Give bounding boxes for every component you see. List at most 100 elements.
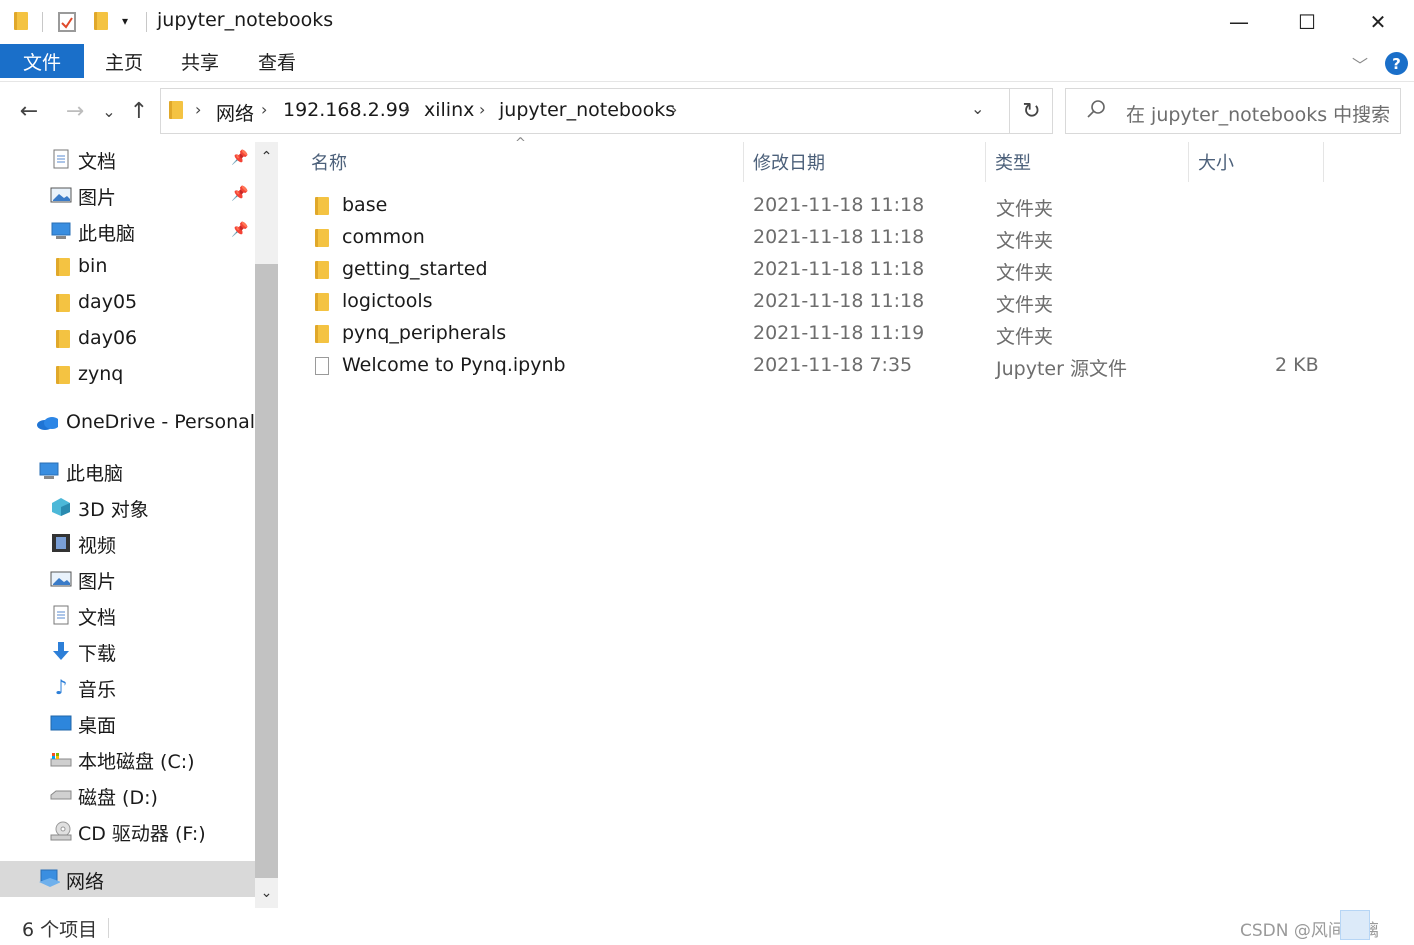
sidebar-item-day06[interactable]: day06 bbox=[0, 322, 255, 356]
folder-icon bbox=[315, 325, 329, 343]
file-date: 2021-11-18 11:18 bbox=[753, 226, 925, 248]
close-button[interactable]: ✕ bbox=[1343, 0, 1413, 44]
navigation-bar: ← → ⌄ ↑ › 网络 › 192.168.2.99 › xilinx › j… bbox=[0, 82, 1414, 142]
column-header-date[interactable]: 修改日期 bbox=[753, 142, 983, 182]
column-divider[interactable] bbox=[985, 142, 986, 182]
expand-ribbon-icon[interactable]: ﹀ bbox=[1352, 52, 1368, 76]
address-dropdown-icon[interactable]: ⌄ bbox=[971, 99, 984, 118]
onedrive-icon bbox=[36, 413, 58, 433]
file-date: 2021-11-18 11:18 bbox=[753, 290, 925, 312]
file-icon bbox=[315, 357, 329, 375]
tab-share[interactable]: 共享 bbox=[172, 44, 228, 78]
sidebar-item-bin[interactable]: bin bbox=[0, 250, 255, 284]
sidebar-item-videos[interactable]: 视频 bbox=[0, 526, 255, 560]
documents-icon bbox=[50, 149, 72, 169]
table-row[interactable]: common 2021-11-18 11:18 文件夹 bbox=[285, 222, 1325, 254]
tab-file[interactable]: 文件 bbox=[0, 44, 84, 78]
sidebar-item-downloads[interactable]: 下载 bbox=[0, 634, 255, 668]
column-divider[interactable] bbox=[743, 142, 744, 182]
sidebar-item-label: day05 bbox=[78, 291, 138, 313]
file-name: common bbox=[342, 226, 425, 248]
sidebar-item-pictures[interactable]: 图片 bbox=[0, 562, 255, 596]
sidebar-item-day05[interactable]: day05 bbox=[0, 286, 255, 320]
this-pc-icon bbox=[38, 461, 60, 481]
back-button[interactable]: ← bbox=[14, 96, 44, 126]
details-view-button[interactable] bbox=[1340, 910, 1370, 940]
sidebar-item-music[interactable]: ♪ 音乐 bbox=[0, 670, 255, 704]
title-divider bbox=[42, 12, 43, 32]
sidebar-item-zynq[interactable]: zynq bbox=[0, 358, 255, 392]
sidebar-scrollbar[interactable]: ⌃ ⌄ bbox=[255, 142, 278, 908]
sidebar-item-label: 磁盘 (D:) bbox=[78, 787, 158, 809]
refresh-button[interactable]: ↻ bbox=[1009, 89, 1053, 133]
sidebar-item-documents-quick[interactable]: 文档 📌 bbox=[0, 142, 255, 176]
forward-button[interactable]: → bbox=[60, 96, 90, 126]
breadcrumb-host[interactable]: 192.168.2.99 bbox=[283, 99, 410, 121]
file-type: 文件夹 bbox=[996, 326, 1054, 348]
status-divider bbox=[108, 918, 109, 938]
breadcrumb-chevron[interactable]: › bbox=[671, 100, 677, 119]
table-row[interactable]: Welcome to Pynq.ipynb 2021-11-18 7:35 Ju… bbox=[285, 350, 1325, 382]
customize-toolbar-icon[interactable]: ▾ bbox=[122, 14, 140, 34]
help-icon[interactable]: ? bbox=[1385, 52, 1408, 75]
breadcrumb-chevron[interactable]: › bbox=[195, 100, 201, 119]
folder-icon bbox=[315, 229, 329, 247]
breadcrumb-chevron[interactable]: › bbox=[479, 100, 485, 119]
search-icon bbox=[1086, 99, 1106, 124]
sidebar-item-desktop[interactable]: 桌面 bbox=[0, 706, 255, 740]
pin-icon: 📌 bbox=[231, 222, 249, 238]
disk-icon bbox=[50, 785, 72, 805]
videos-icon bbox=[50, 533, 72, 553]
tab-home[interactable]: 主页 bbox=[96, 44, 152, 78]
sidebar-item-documents[interactable]: 文档 bbox=[0, 598, 255, 632]
table-row[interactable]: logictools 2021-11-18 11:18 文件夹 bbox=[285, 286, 1325, 318]
breadcrumb-chevron[interactable]: › bbox=[404, 100, 410, 119]
up-button[interactable]: ↑ bbox=[124, 96, 154, 126]
column-divider[interactable] bbox=[1323, 142, 1324, 182]
window-title: jupyter_notebooks bbox=[157, 9, 334, 31]
search-box[interactable]: 在 jupyter_notebooks 中搜索 bbox=[1065, 88, 1401, 134]
breadcrumb-jupyter-notebooks[interactable]: jupyter_notebooks bbox=[499, 99, 675, 121]
breadcrumb-chevron[interactable]: › bbox=[261, 100, 267, 119]
file-name: getting_started bbox=[342, 258, 488, 280]
properties-icon[interactable] bbox=[58, 12, 76, 32]
sidebar-item-local-disk-c[interactable]: 本地磁盘 (C:) bbox=[0, 742, 255, 776]
sidebar-item-network[interactable]: 网络 bbox=[0, 861, 255, 897]
column-header-type[interactable]: 类型 bbox=[995, 142, 1185, 182]
folder-icon bbox=[52, 365, 74, 385]
table-row[interactable]: getting_started 2021-11-18 11:18 文件夹 bbox=[285, 254, 1325, 286]
scroll-down-button[interactable]: ⌄ bbox=[255, 878, 278, 908]
new-folder-icon[interactable] bbox=[94, 12, 112, 32]
sidebar-item-label: 音乐 bbox=[78, 679, 117, 701]
tab-view[interactable]: 查看 bbox=[249, 44, 305, 78]
breadcrumb-xilinx[interactable]: xilinx bbox=[424, 99, 474, 121]
sidebar-item-cd-drive-f[interactable]: CD 驱动器 (F:) bbox=[0, 814, 255, 848]
pin-icon: 📌 bbox=[231, 186, 249, 202]
sidebar-item-3d-objects[interactable]: 3D 对象 bbox=[0, 490, 255, 524]
maximize-button[interactable]: ☐ bbox=[1272, 0, 1342, 44]
column-header-size[interactable]: 大小 bbox=[1198, 142, 1318, 182]
scroll-up-button[interactable]: ⌃ bbox=[255, 142, 278, 172]
sidebar-item-this-pc-quick[interactable]: 此电脑 📌 bbox=[0, 214, 255, 248]
item-count: 6 个项目 bbox=[22, 919, 98, 941]
scroll-thumb[interactable] bbox=[255, 264, 278, 878]
minimize-button[interactable]: — bbox=[1204, 0, 1274, 44]
table-row[interactable]: base 2021-11-18 11:18 文件夹 bbox=[285, 190, 1325, 222]
recent-locations-button[interactable]: ⌄ bbox=[94, 96, 124, 126]
sidebar-item-onedrive[interactable]: OneDrive - Personal bbox=[0, 406, 255, 440]
search-input[interactable]: 在 jupyter_notebooks 中搜索 bbox=[1126, 100, 1390, 127]
column-divider[interactable] bbox=[1188, 142, 1189, 182]
ribbon-tabs: 文件 主页 共享 查看 ﹀ ? bbox=[0, 44, 1414, 82]
sidebar-item-this-pc[interactable]: 此电脑 bbox=[0, 454, 255, 488]
file-name: pynq_peripherals bbox=[342, 322, 507, 344]
sidebar-item-disk-d[interactable]: 磁盘 (D:) bbox=[0, 778, 255, 812]
address-bar[interactable]: › 网络 › 192.168.2.99 › xilinx › jupyter_n… bbox=[160, 88, 1053, 134]
sidebar-item-pictures-quick[interactable]: 图片 📌 bbox=[0, 178, 255, 212]
column-header-name[interactable]: 名称 bbox=[311, 142, 741, 182]
folder-icon[interactable] bbox=[14, 12, 32, 32]
cd-drive-icon bbox=[50, 821, 72, 841]
breadcrumb-network[interactable]: 网络 bbox=[216, 99, 254, 126]
pin-icon: 📌 bbox=[231, 150, 249, 166]
navigation-pane: 文档 📌 图片 📌 此电脑 📌 bin day05 day06 zynq One… bbox=[0, 142, 255, 902]
table-row[interactable]: pynq_peripherals 2021-11-18 11:19 文件夹 bbox=[285, 318, 1325, 350]
